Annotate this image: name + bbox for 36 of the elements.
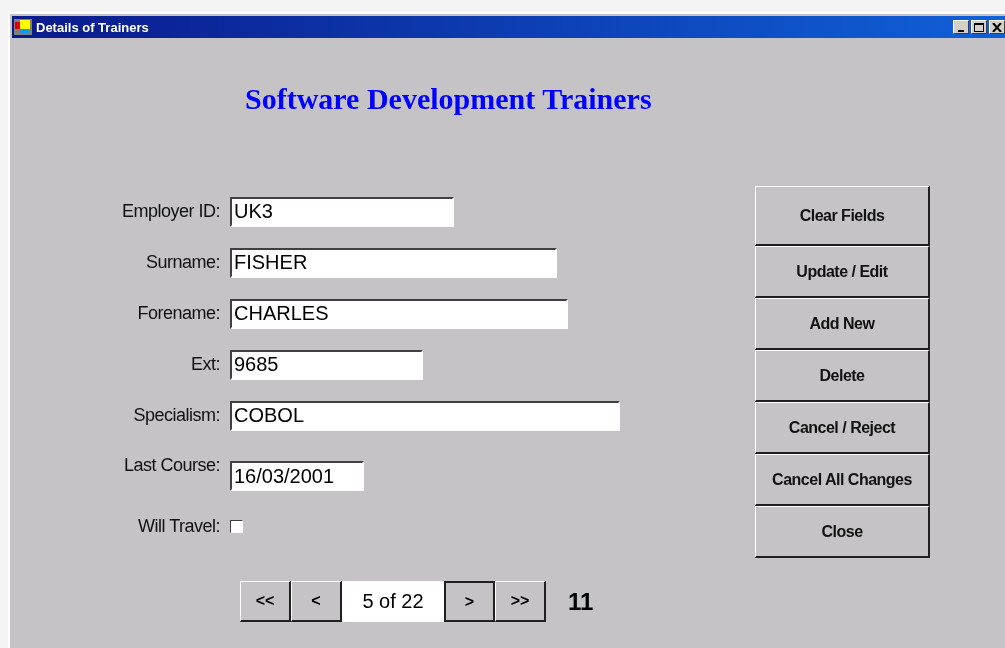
field-label: Surname: (144, 252, 221, 273)
previous-record-button[interactable]: < (291, 581, 342, 622)
record-number: 11 (568, 587, 594, 616)
field-label: Last Course: (122, 455, 221, 476)
form-heading: Software Development Trainers (244, 81, 653, 117)
window-title: Details of Trainers (36, 19, 150, 35)
next-record-button[interactable]: > (444, 581, 495, 622)
command-button[interactable]: Delete (755, 350, 930, 402)
field-label: Forename: (136, 303, 221, 324)
field-label: Will Travel: (137, 516, 221, 537)
command-button[interactable]: Cancel / Reject (755, 402, 930, 454)
command-button[interactable]: Clear Fields (755, 186, 930, 246)
field-label: Ext: (190, 354, 221, 375)
minimize-button[interactable] (953, 20, 969, 34)
last-record-button[interactable]: >> (495, 581, 546, 622)
command-button[interactable]: Close (755, 506, 930, 558)
record-position: 5 of 22 (342, 581, 444, 622)
close-button[interactable] (989, 20, 1005, 34)
maximize-icon (974, 22, 984, 32)
maximize-button[interactable] (971, 20, 987, 34)
text-field[interactable]: FISHER (230, 247, 557, 278)
command-button[interactable]: Update / Edit (755, 246, 930, 298)
close-icon (992, 22, 1002, 32)
text-field[interactable]: 16/03/2001 (230, 461, 364, 491)
text-field[interactable]: CHARLES (230, 298, 568, 329)
app-icon (14, 19, 32, 35)
field-label: Employer ID: (120, 201, 221, 222)
text-field[interactable]: 9685 (230, 349, 423, 380)
field-label: Specialism: (132, 405, 221, 426)
text-field[interactable]: COBOL (230, 400, 620, 431)
command-button[interactable]: Add New (755, 298, 930, 350)
text-field[interactable]: UK3 (230, 196, 454, 227)
command-button[interactable]: Cancel All Changes (755, 454, 930, 506)
minimize-icon (958, 29, 964, 32)
first-record-button[interactable]: << (240, 581, 291, 622)
checkbox[interactable] (230, 520, 243, 533)
